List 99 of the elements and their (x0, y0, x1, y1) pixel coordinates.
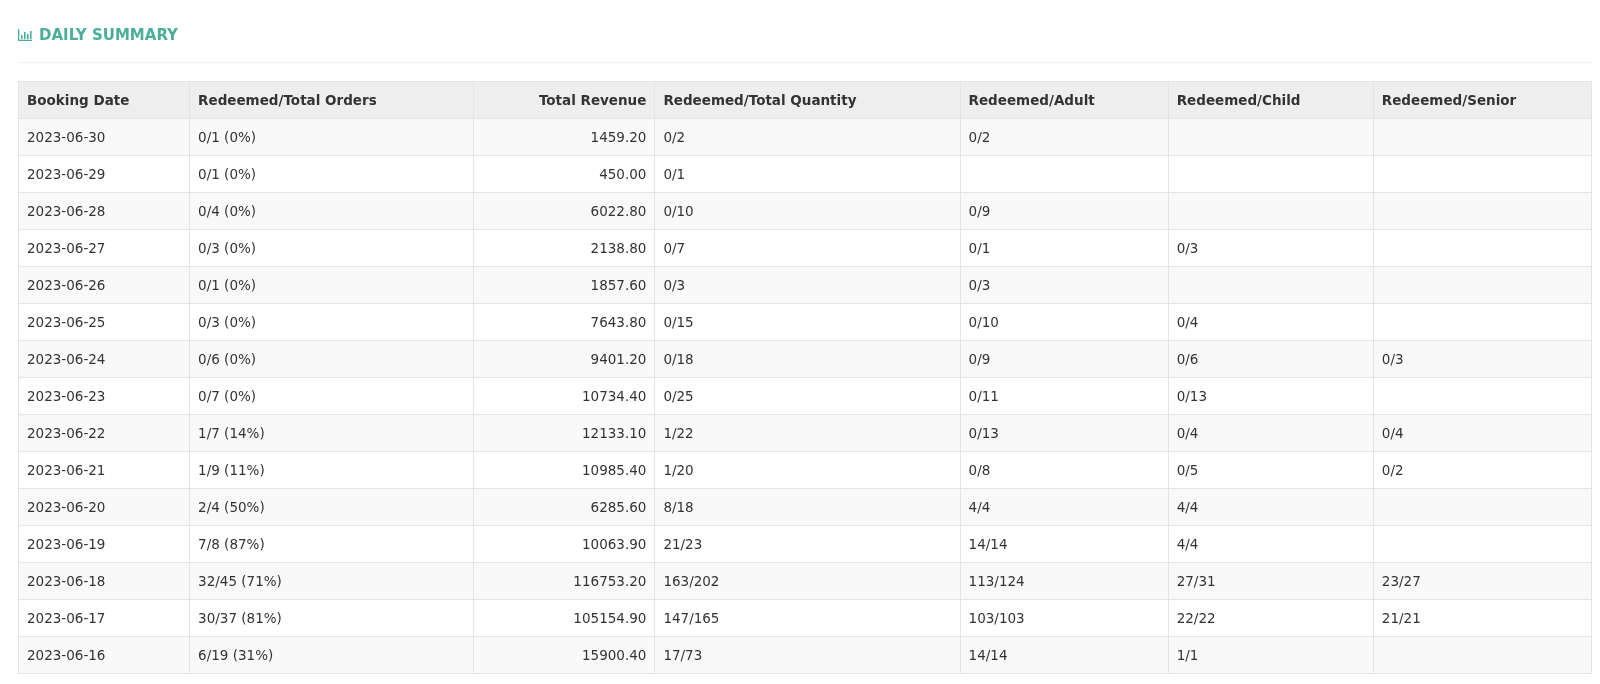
table-cell: 163/202 (663, 573, 720, 589)
table-cell: 0/4 (1381, 425, 1404, 441)
table-cell: 0/3 (1176, 240, 1199, 256)
table-cell: 1857.60 (590, 277, 647, 293)
table-cell: 450.00 (599, 166, 647, 182)
column-header: Redeemed/Senior (1373, 81, 1592, 119)
table-cell: 1/9 (11%) (198, 462, 265, 478)
table-cell: 1/22 (663, 425, 694, 441)
table-cell: 116753.20 (573, 573, 647, 589)
table-cell: 2/4 (50%) (198, 499, 265, 515)
table-cell: 10985.40 (581, 462, 647, 478)
column-header: Redeemed/Total Orders (189, 81, 474, 119)
bar-chart-icon (18, 29, 32, 41)
table-cell: 4/4 (1176, 536, 1199, 552)
table-cell: 2023-06-30 (27, 129, 106, 145)
table-cell: 6022.80 (590, 203, 647, 219)
table-cell: 9401.20 (590, 351, 647, 367)
table-cell: 0/10 (663, 203, 694, 219)
table-cell: 21/21 (1381, 610, 1421, 626)
table-cell: 4/4 (1176, 499, 1199, 515)
table-cell: 0/3 (0%) (198, 314, 257, 330)
table-cell: 0/4 (1176, 425, 1199, 441)
table-cell: 4/4 (968, 499, 991, 515)
column-header: Booking Date (18, 81, 190, 119)
table-cell: 2023-06-16 (27, 647, 106, 663)
column-header: Redeemed/Adult (960, 81, 1169, 119)
table-cell: 32/45 (71%) (198, 573, 282, 589)
table-cell: 2023-06-23 (27, 388, 106, 404)
column-header: Total Revenue (473, 81, 655, 119)
table-cell: 1/20 (663, 462, 694, 478)
table-cell: 0/1 (663, 166, 686, 182)
table-cell: 2023-06-21 (27, 462, 106, 478)
table-cell: 2023-06-28 (27, 203, 106, 219)
table-cell: 2023-06-24 (27, 351, 106, 367)
table-cell: 0/7 (0%) (198, 388, 257, 404)
table-cell: 0/11 (968, 388, 999, 404)
table-cell: 0/1 (0%) (198, 166, 257, 182)
column-header: Redeemed/Total Quantity (654, 81, 961, 119)
table-cell: 1/1 (1176, 647, 1199, 663)
table-cell: 7643.80 (590, 314, 647, 330)
table-cell: 15900.40 (581, 647, 647, 663)
table-cell: 2023-06-25 (27, 314, 106, 330)
table-cell: 8/18 (663, 499, 694, 515)
table-cell: 0/6 (1176, 351, 1199, 367)
table-cell: 2138.80 (590, 240, 647, 256)
column-header: Redeemed/Child (1168, 81, 1374, 119)
table-cell: 113/124 (968, 573, 1025, 589)
table-cell: 10063.90 (581, 536, 647, 552)
table-cell: 6/19 (31%) (198, 647, 274, 663)
table-cell: 2023-06-26 (27, 277, 106, 293)
table-cell: 1/7 (14%) (198, 425, 265, 441)
table-cell: 2023-06-29 (27, 166, 106, 182)
table-cell: 17/73 (663, 647, 703, 663)
table-cell: 0/13 (1176, 388, 1207, 404)
table-cell: 0/15 (663, 314, 694, 330)
table-cell: 21/23 (663, 536, 703, 552)
table-cell: 0/1 (968, 240, 991, 256)
table-cell: 0/1 (0%) (198, 277, 257, 293)
table-cell: 0/25 (663, 388, 694, 404)
table-cell: 0/1 (0%) (198, 129, 257, 145)
table-cell: 0/9 (968, 351, 991, 367)
table-cell: 14/14 (968, 536, 1008, 552)
table-cell: 23/27 (1381, 573, 1421, 589)
table-cell: 0/13 (968, 425, 999, 441)
table-cell: 12133.10 (581, 425, 647, 441)
table-cell: 0/3 (968, 277, 991, 293)
table-cell: 0/18 (663, 351, 694, 367)
table-cell: 0/3 (1381, 351, 1404, 367)
table-cell: 0/2 (663, 129, 686, 145)
table-cell: 27/31 (1176, 573, 1216, 589)
table-cell: 2023-06-18 (27, 573, 106, 589)
table-cell: 2023-06-20 (27, 499, 106, 515)
section-title: DAILY SUMMARY (39, 26, 178, 44)
table-cell: 2023-06-22 (27, 425, 106, 441)
table-cell: 0/3 (663, 277, 686, 293)
table-cell: 2023-06-19 (27, 536, 106, 552)
table-cell: 0/4 (0%) (198, 203, 257, 219)
table-cell: 103/103 (968, 610, 1025, 626)
table-cell: 1459.20 (590, 129, 647, 145)
table-cell: 10734.40 (581, 388, 647, 404)
table-cell: 7/8 (87%) (198, 536, 265, 552)
table-cell: 2023-06-27 (27, 240, 106, 256)
table-cell: 0/8 (968, 462, 991, 478)
table-cell: 30/37 (81%) (198, 610, 282, 626)
table-cell: 14/14 (968, 647, 1008, 663)
table-cell: 105154.90 (573, 610, 647, 626)
table-cell: 0/6 (0%) (198, 351, 257, 367)
table-cell: 0/3 (0%) (198, 240, 257, 256)
table-cell: 0/9 (968, 203, 991, 219)
table-cell: 0/5 (1176, 462, 1199, 478)
table-cell: 0/2 (1381, 462, 1404, 478)
table-cell: 6285.60 (590, 499, 647, 515)
table-cell: 147/165 (663, 610, 720, 626)
table-cell: 0/10 (968, 314, 999, 330)
table-cell: 0/4 (1176, 314, 1199, 330)
table-cell: 22/22 (1176, 610, 1216, 626)
table-cell: 0/7 (663, 240, 686, 256)
table-cell: 2023-06-17 (27, 610, 106, 626)
table-cell: 0/2 (968, 129, 991, 145)
